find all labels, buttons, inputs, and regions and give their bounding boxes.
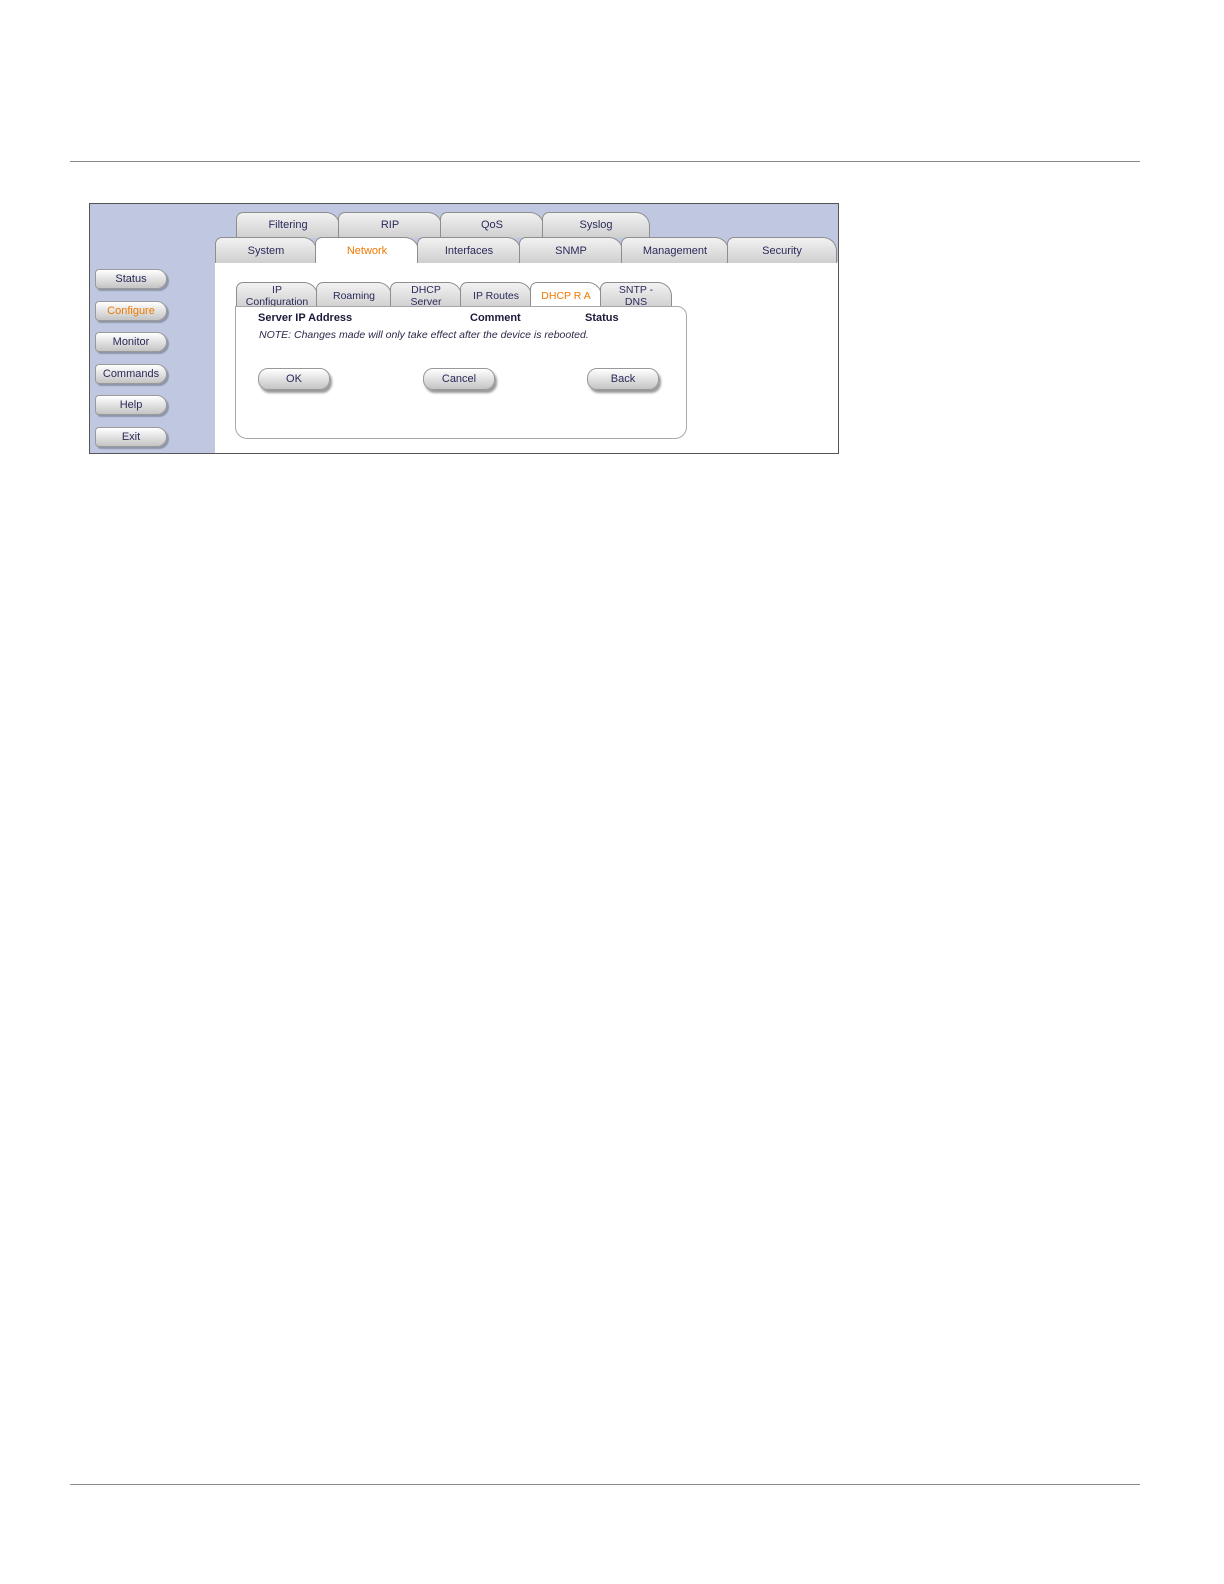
- subtab-dhcp-server[interactable]: DHCP Server: [390, 282, 462, 308]
- page-footer-rule: [70, 1484, 1140, 1485]
- subtab-ip-configuration[interactable]: IP Configuration: [236, 282, 318, 308]
- cancel-button[interactable]: Cancel: [423, 368, 495, 390]
- tab-snmp[interactable]: SNMP: [519, 237, 623, 263]
- tab-rip[interactable]: RIP: [338, 212, 442, 238]
- tab-security[interactable]: Security: [727, 237, 837, 263]
- tab-system[interactable]: System: [215, 237, 317, 263]
- tab-filtering[interactable]: Filtering: [236, 212, 340, 238]
- subtab-ip-routes[interactable]: IP Routes: [460, 282, 532, 308]
- ok-button[interactable]: OK: [258, 368, 330, 390]
- tab-label: IP Routes: [473, 290, 519, 302]
- nav-monitor-button[interactable]: Monitor: [95, 332, 167, 352]
- back-button[interactable]: Back: [587, 368, 659, 390]
- tab-label: RIP: [380, 219, 400, 231]
- subtab-roaming[interactable]: Roaming: [316, 282, 392, 308]
- tab-label: DHCP R A: [541, 290, 591, 302]
- tab-label: QoS: [480, 219, 503, 231]
- tab-label: SNMP: [555, 245, 587, 257]
- tab-qos[interactable]: QoS: [440, 212, 544, 238]
- tab-syslog[interactable]: Syslog: [542, 212, 650, 238]
- tab-label: System: [247, 245, 285, 257]
- subtab-sntp-dns[interactable]: SNTP - DNS: [600, 282, 672, 308]
- tab-management[interactable]: Management: [621, 237, 729, 263]
- tab-label: Roaming: [332, 290, 376, 302]
- left-nav-background: [90, 204, 215, 453]
- tab-label: Network: [346, 245, 388, 257]
- tab-network[interactable]: Network: [315, 237, 419, 263]
- nav-exit-button[interactable]: Exit: [95, 427, 167, 447]
- page-header-rule: [70, 161, 1140, 162]
- tab-label: Management: [642, 245, 708, 257]
- nav-help-button[interactable]: Help: [95, 395, 167, 415]
- nav-configure-button[interactable]: Configure: [95, 301, 167, 321]
- screenshot-frame: Filtering RIP QoS Syslog System Network …: [89, 203, 839, 454]
- tab-label: Filtering: [268, 219, 308, 231]
- tab-label-line1: DHCP: [411, 284, 441, 296]
- column-header-server-ip: Server IP Address: [258, 312, 353, 324]
- tab-interfaces[interactable]: Interfaces: [417, 237, 521, 263]
- reboot-note: NOTE: Changes made will only take effect…: [259, 329, 589, 341]
- subtab-dhcp-ra[interactable]: DHCP R A: [530, 282, 602, 308]
- column-header-comment: Comment: [470, 312, 521, 324]
- tab-label: Syslog: [579, 219, 613, 231]
- tab-label-line1: IP: [272, 284, 282, 296]
- tab-label: Interfaces: [444, 245, 494, 257]
- nav-status-button[interactable]: Status: [95, 269, 167, 289]
- nav-commands-button[interactable]: Commands: [95, 364, 167, 384]
- tab-label-line1: SNTP -: [618, 284, 654, 296]
- column-header-status: Status: [585, 312, 619, 324]
- tab-label: Security: [762, 245, 802, 257]
